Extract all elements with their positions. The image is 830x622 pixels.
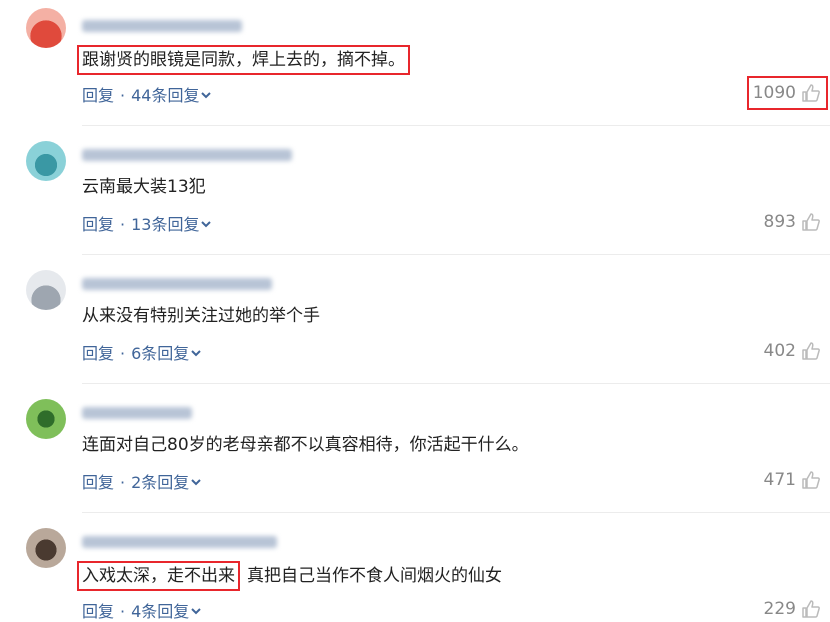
chevron-down-icon <box>191 350 202 357</box>
thumbs-up-icon <box>802 342 820 360</box>
chevron-down-icon <box>191 479 202 486</box>
avatar[interactable] <box>26 141 66 181</box>
avatar[interactable] <box>26 8 66 48</box>
like-count: 471 <box>763 470 796 490</box>
reply-button[interactable]: 回复 <box>82 215 114 234</box>
like-button[interactable]: 1090 <box>746 76 829 110</box>
divider <box>82 254 830 255</box>
thumbs-up-icon <box>802 600 820 618</box>
view-replies-button[interactable]: 4条回复 <box>131 602 203 621</box>
view-replies-button[interactable]: 13条回复 <box>131 215 213 234</box>
comment-actions: 回复 · 2条回复 <box>82 469 203 493</box>
reply-button[interactable]: 回复 <box>82 602 114 621</box>
divider <box>82 125 830 126</box>
comment-actions: 回复 · 4条回复 <box>82 598 203 622</box>
like-button[interactable]: 471 <box>764 469 822 491</box>
reply-button[interactable]: 回复 <box>82 473 114 492</box>
like-count: 1090 <box>752 83 796 103</box>
comment-actions: 回复 · 6条回复 <box>82 340 203 364</box>
comment-text: 入戏太深，走不出来 真把自己当作不食人间烟火的仙女 <box>77 561 502 591</box>
avatar[interactable] <box>26 270 66 310</box>
thumbs-up-icon <box>802 471 820 489</box>
username-blurred[interactable] <box>82 534 302 550</box>
view-replies-button[interactable]: 44条回复 <box>131 86 213 105</box>
comment-text: 从来没有特别关注过她的举个手 <box>82 306 320 326</box>
comment-text: 跟谢贤的眼镜是同款，焊上去的，摘不掉。 <box>77 45 410 75</box>
like-button[interactable]: 893 <box>764 211 822 233</box>
view-replies-button[interactable]: 2条回复 <box>131 473 203 492</box>
divider <box>82 383 830 384</box>
thumbs-up-icon <box>802 84 820 102</box>
like-button[interactable]: 229 <box>764 598 822 620</box>
chevron-down-icon <box>201 221 212 228</box>
view-replies-button[interactable]: 6条回复 <box>131 344 203 363</box>
thumbs-up-icon <box>802 213 820 231</box>
chevron-down-icon <box>201 92 212 99</box>
username-blurred[interactable] <box>82 405 302 421</box>
like-count: 229 <box>763 599 796 619</box>
avatar[interactable] <box>26 528 66 568</box>
avatar[interactable] <box>26 399 66 439</box>
reply-button[interactable]: 回复 <box>82 344 114 363</box>
reply-button[interactable]: 回复 <box>82 86 114 105</box>
like-count: 893 <box>763 212 796 232</box>
comment-text: 连面对自己80岁的老母亲都不以真容相待，你活起干什么。 <box>82 435 529 455</box>
username-blurred[interactable] <box>82 147 302 163</box>
comment-actions: 回复 · 13条回复 <box>82 211 213 235</box>
chevron-down-icon <box>191 608 202 615</box>
username-blurred[interactable] <box>82 18 302 34</box>
username-blurred[interactable] <box>82 276 302 292</box>
like-button[interactable]: 402 <box>764 340 822 362</box>
comment-text: 云南最大装13犯 <box>82 177 206 197</box>
comment-actions: 回复 · 44条回复 <box>82 82 213 106</box>
divider <box>82 512 830 513</box>
like-count: 402 <box>763 341 796 361</box>
